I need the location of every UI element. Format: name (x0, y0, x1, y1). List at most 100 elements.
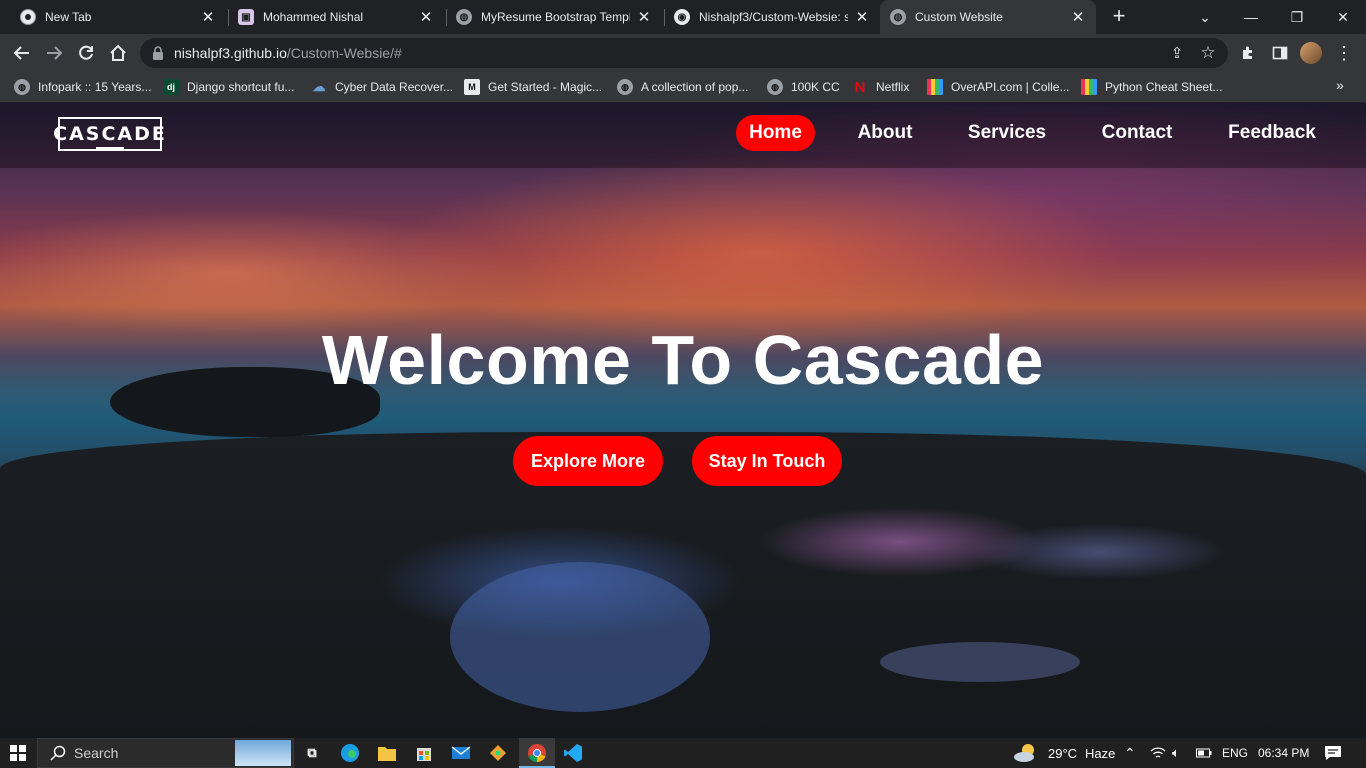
bookmark-item[interactable]: OverAPI.com | Colle... (927, 77, 1069, 97)
home-icon (110, 44, 126, 61)
puzzle-icon (1243, 46, 1252, 59)
extensions-button[interactable] (1234, 39, 1262, 67)
notification-icon[interactable] (1324, 738, 1342, 768)
chevron-right-icon[interactable]: » (1336, 77, 1344, 93)
address-bar[interactable]: nishalpf3.github.io/Custom-Websie/# (140, 38, 1228, 68)
chrome-icon (20, 9, 36, 25)
taskbar-search-box[interactable]: Search (37, 738, 294, 768)
background-rocks (0, 432, 1366, 738)
browser-toolbar: nishalpf3.github.io/Custom-Websie/# ⇪ ☆ … (0, 34, 1366, 72)
url-text: nishalpf3.github.io/Custom-Websie/# (174, 45, 402, 61)
close-icon[interactable]: ✕ (418, 9, 434, 26)
task-view-icon[interactable]: ⧉ (300, 741, 324, 765)
nav-contact[interactable]: Contact (1090, 115, 1184, 151)
close-icon[interactable]: ✕ (854, 9, 870, 26)
github-icon: ◉ (674, 9, 690, 25)
bookmark-star-button[interactable]: ☆ (1194, 39, 1222, 67)
overapi-icon (1081, 79, 1097, 95)
nav-home[interactable]: Home (736, 115, 815, 151)
overapi-icon (927, 79, 943, 95)
start-button[interactable] (0, 738, 36, 768)
tab-github-repo[interactable]: ◉ Nishalpf3/Custom-Websie: s ✕ (664, 0, 880, 34)
weather-desc: Haze (1085, 745, 1116, 761)
stay-in-touch-button[interactable]: Stay In Touch (692, 436, 842, 486)
bookmark-item[interactable]: ◍ A collection of pop... (617, 77, 748, 97)
nav-about[interactable]: About (846, 115, 924, 151)
home-button[interactable] (104, 39, 132, 67)
bookmark-label: Cyber Data Recover... (335, 80, 454, 94)
bookmark-item[interactable]: N Netflix (852, 77, 910, 97)
profile-avatar[interactable] (1300, 42, 1322, 64)
chevron-up-icon[interactable]: ⌃ (1124, 738, 1136, 768)
close-icon[interactable]: ✕ (636, 9, 652, 26)
file-explorer-icon[interactable] (375, 741, 399, 765)
side-panel-button[interactable] (1266, 39, 1294, 67)
close-icon[interactable]: ✕ (1070, 9, 1086, 26)
bookmark-label: Infopark :: 15 Years... (38, 80, 152, 94)
bookmark-item[interactable]: dj Django shortcut fu... (163, 77, 294, 97)
bookmark-label: OverAPI.com | Colle... (951, 80, 1070, 94)
reload-button[interactable] (72, 39, 100, 67)
menu-button[interactable]: ⋮ (1330, 39, 1358, 67)
cloud-icon: ☁ (312, 79, 326, 94)
git-client-icon[interactable] (486, 741, 510, 765)
background-pool (450, 562, 710, 712)
explore-more-button[interactable]: Explore More (513, 436, 663, 486)
bookmark-item[interactable]: ◍ Infopark :: 15 Years... (14, 77, 151, 97)
magic-icon: M (464, 79, 480, 95)
globe-icon: ◍ (14, 79, 30, 95)
weather-widget[interactable]: 29°C Haze (1012, 738, 1115, 768)
wifi-icon[interactable] (1150, 738, 1166, 768)
bookmark-label: Get Started - Magic... (488, 80, 603, 94)
close-icon[interactable]: ✕ (200, 9, 216, 26)
weather-temp: 29°C (1048, 745, 1078, 761)
mail-icon[interactable] (449, 741, 473, 765)
store-icon[interactable] (412, 741, 436, 765)
globe-icon: ◍ (456, 9, 472, 25)
clock[interactable]: 06:34 PM (1258, 738, 1309, 768)
lock-icon[interactable] (152, 46, 164, 60)
nav-services[interactable]: Services (958, 115, 1056, 151)
new-tab-button[interactable]: + (1108, 5, 1130, 28)
side-panel-icon (1272, 46, 1288, 60)
close-window-button[interactable]: ✕ (1320, 0, 1366, 34)
bookmark-item[interactable]: Python Cheat Sheet... (1081, 77, 1222, 97)
language-indicator[interactable]: ENG (1222, 738, 1248, 768)
django-icon: dj (163, 79, 179, 95)
url-path: /Custom-Websie/# (286, 45, 402, 61)
back-button[interactable] (8, 39, 36, 67)
tab-myresume[interactable]: ◍ MyResume Bootstrap Templa ✕ (446, 0, 662, 34)
bookmark-item[interactable]: M Get Started - Magic... (464, 77, 602, 97)
bookmark-item[interactable]: ◍ 100K CC (767, 77, 840, 97)
forward-button[interactable] (40, 39, 68, 67)
netflix-icon: N (854, 78, 866, 96)
share-button[interactable]: ⇪ (1163, 39, 1191, 67)
windows-icon (10, 745, 26, 761)
site-logo[interactable]: CASCADE (53, 117, 165, 151)
bookmark-label: 100K CC (791, 80, 840, 94)
vscode-icon[interactable] (561, 741, 585, 765)
globe-icon: ◍ (767, 79, 783, 95)
logo-underline (96, 147, 124, 151)
forward-arrow-icon (47, 46, 63, 60)
tab-mohammed-nishal[interactable]: ▣ Mohammed Nishal ✕ (228, 0, 444, 34)
reload-icon (79, 45, 93, 60)
volume-icon[interactable]: 🔈︎ (1172, 738, 1180, 768)
bookmark-label: Django shortcut fu... (187, 80, 295, 94)
background-pool (880, 642, 1080, 682)
tab-custom-website[interactable]: ◍ Custom Website ✕ (880, 0, 1096, 34)
battery-icon[interactable] (1196, 738, 1212, 768)
site-icon: ▣ (238, 9, 254, 25)
tab-title: Nishalpf3/Custom-Websie: s (699, 10, 848, 24)
tab-search-button[interactable]: ⌄ (1182, 0, 1228, 34)
minimize-button[interactable]: — (1228, 0, 1274, 34)
tab-strip: New Tab ✕ ▣ Mohammed Nishal ✕ ◍ MyResume… (0, 0, 1366, 34)
bookmark-item[interactable]: ☁ Cyber Data Recover... (311, 77, 454, 97)
tab-new-tab[interactable]: New Tab ✕ (0, 0, 226, 34)
nav-feedback[interactable]: Feedback (1216, 115, 1328, 151)
edge-icon[interactable] (338, 741, 362, 765)
back-arrow-icon (13, 46, 29, 60)
chrome-icon[interactable] (525, 741, 549, 765)
restore-button[interactable]: ❐ (1274, 0, 1320, 34)
weather-cloud-icon (1014, 744, 1034, 762)
